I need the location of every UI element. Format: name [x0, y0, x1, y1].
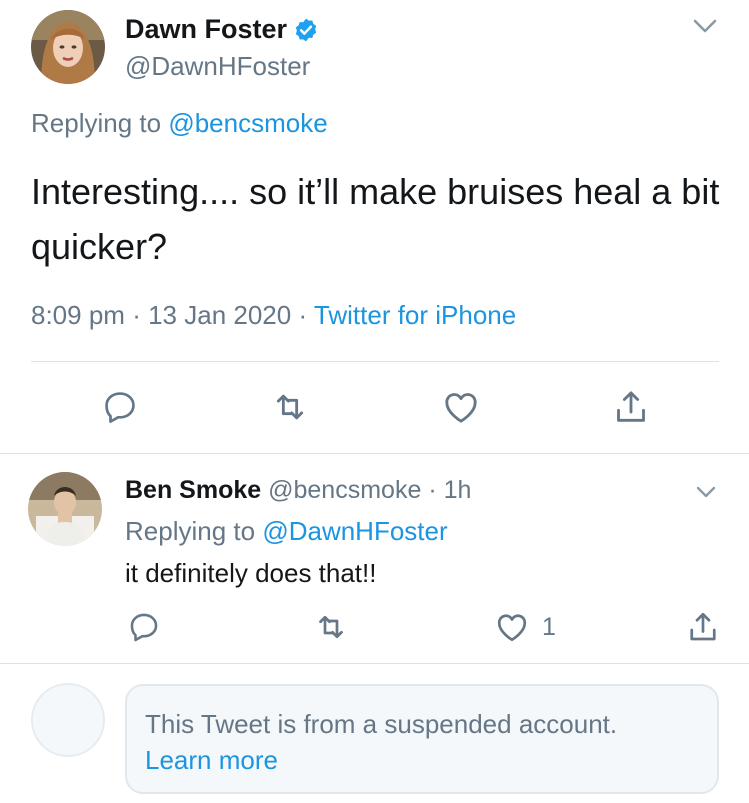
reply-text: it definitely does that!! [125, 558, 377, 588]
heart-icon [445, 393, 477, 423]
reply-like-button[interactable]: 1 [494, 604, 574, 650]
reply-author-avatar[interactable] [28, 472, 102, 546]
share-button[interactable] [608, 384, 654, 430]
placeholder-avatar [31, 683, 105, 757]
author-avatar[interactable] [31, 10, 105, 84]
meta-separator: · [132, 300, 141, 330]
reply-button[interactable] [97, 384, 143, 430]
reply-age[interactable]: 1h [444, 476, 472, 504]
retweet-icon [319, 615, 343, 639]
replying-to-line: Replying to @bencsmoke [31, 108, 328, 139]
author-name[interactable]: Dawn Foster [125, 14, 319, 45]
tweet-date[interactable]: 13 Jan 2020 [148, 300, 291, 330]
reply-replying-to-line: Replying to @DawnHFoster [125, 516, 448, 547]
heart-icon [497, 614, 527, 642]
avatar-photo [31, 10, 105, 84]
tweet-source-link[interactable]: Twitter for iPhone [314, 300, 516, 330]
reply-share-button[interactable] [680, 604, 726, 650]
reply-icon [130, 613, 158, 642]
divider [0, 663, 749, 664]
verified-badge-icon [295, 18, 317, 41]
share-icon [690, 612, 716, 641]
tweet-metadata: 8:09 pm · 13 Jan 2020 · Twitter for iPho… [31, 300, 516, 331]
like-count: 1 [542, 612, 556, 641]
reply-retweet-button[interactable] [308, 604, 354, 650]
divider [0, 453, 749, 454]
replying-to-label: Replying to [125, 516, 263, 546]
reply-more-options-button[interactable] [693, 482, 719, 502]
avatar-photo [28, 472, 102, 546]
meta-separator: · [298, 300, 308, 330]
tweet-time[interactable]: 8:09 pm [31, 300, 125, 330]
like-button[interactable] [438, 384, 484, 430]
reply-header: Ben Smoke @bencsmoke · 1h [125, 476, 471, 505]
share-icon [617, 391, 645, 422]
reply-author-handle[interactable]: @bencsmoke [268, 476, 421, 504]
retweet-button[interactable] [267, 384, 313, 430]
more-options-button[interactable] [690, 14, 720, 38]
learn-more-link[interactable]: Learn more [145, 742, 699, 778]
tweet-text: Interesting.... so it’ll make bruises he… [31, 171, 720, 267]
divider [31, 361, 719, 362]
replying-to-link[interactable]: @bencsmoke [168, 108, 327, 138]
suspended-message: This Tweet is from a suspended account. [145, 709, 618, 739]
retweet-icon [276, 394, 304, 420]
chevron-down-icon [696, 486, 716, 498]
replying-to-label: Replying to [31, 108, 169, 138]
replying-to-link[interactable]: @DawnHFoster [262, 516, 447, 546]
meta-separator: · [428, 476, 437, 504]
reply-author-name[interactable]: Ben Smoke [125, 476, 261, 504]
suspended-account-notice: This Tweet is from a suspended account. … [125, 684, 719, 794]
chevron-down-icon [693, 19, 717, 33]
reply-icon [105, 392, 135, 423]
author-handle[interactable]: @DawnHFoster [125, 51, 310, 82]
author-name-text: Dawn Foster [125, 14, 288, 44]
reply-reply-button[interactable] [121, 604, 167, 650]
